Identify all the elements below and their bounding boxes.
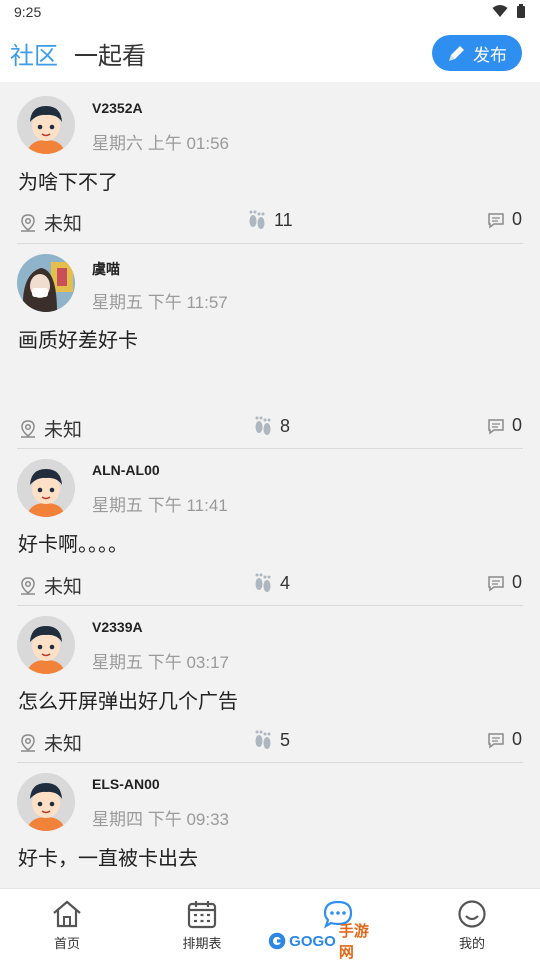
- footprint-count: 5: [252, 729, 290, 751]
- avatar[interactable]: [17, 459, 75, 517]
- battery-icon: [517, 4, 525, 18]
- post-item[interactable]: V2352A 星期六 上午 01:56 为啥下不了 未知 11 0: [0, 82, 540, 244]
- comment-icon: [488, 732, 504, 748]
- comment-value: 0: [511, 572, 522, 592]
- location-text: 未知: [44, 577, 83, 598]
- post-text[interactable]: 好卡啊。。。。: [18, 528, 128, 557]
- watermark-brand: GOGO: [289, 932, 336, 950]
- footprint-count: 11: [246, 209, 293, 231]
- user-name[interactable]: V2352A: [92, 100, 143, 116]
- footprint-value: 11: [274, 209, 293, 230]
- footprint-count: 4: [252, 572, 290, 594]
- footprint-icon: [249, 210, 265, 229]
- post-text[interactable]: 画质好差好卡: [18, 324, 138, 353]
- cartoon-boy-avatar-icon: [17, 773, 75, 831]
- tab-together[interactable]: 一起看: [74, 36, 146, 71]
- post-item[interactable]: 虞喵 星期五 下午 11:57 画质好差好卡 未知 8 0: [0, 244, 540, 449]
- footprint-icon: [255, 416, 271, 435]
- pencil-icon: [449, 46, 464, 61]
- footprint-value: 4: [280, 572, 291, 593]
- comment-value: 0: [511, 415, 522, 435]
- comment-value: 0: [511, 729, 522, 749]
- post-time: 星期五 下午 03:17: [92, 653, 229, 672]
- user-name[interactable]: V2339A: [92, 619, 143, 635]
- avatar[interactable]: [17, 616, 75, 674]
- location-text: 未知: [44, 734, 83, 755]
- location: 未知: [18, 209, 82, 236]
- post-text[interactable]: 为啥下不了: [18, 166, 118, 195]
- comment-count[interactable]: 0: [486, 572, 522, 593]
- publish-label: 发布: [473, 45, 507, 65]
- cartoon-boy-avatar-icon: [17, 616, 75, 674]
- post-time: 星期五 下午 11:57: [92, 293, 228, 312]
- comment-icon: [488, 418, 504, 434]
- location-pin-icon: [21, 733, 35, 752]
- status-bar: 9:25: [0, 0, 540, 24]
- tab-community[interactable]: 社区: [10, 36, 58, 71]
- post-time: 星期五 下午 11:41: [92, 496, 228, 515]
- comment-count[interactable]: 0: [486, 209, 522, 230]
- user-name[interactable]: ELS-AN00: [92, 776, 160, 792]
- gogo-logo-icon: [268, 932, 286, 950]
- location-pin-icon: [21, 419, 35, 438]
- location: 未知: [18, 729, 82, 756]
- status-icons: [492, 4, 526, 18]
- comment-icon: [488, 212, 504, 228]
- publish-button[interactable]: 发布: [432, 35, 522, 71]
- comment-count[interactable]: 0: [486, 415, 522, 436]
- location-pin-icon: [21, 576, 35, 595]
- post-feed[interactable]: V2352A 星期六 上午 01:56 为啥下不了 未知 11 0 虞喵 星期五…: [0, 82, 540, 888]
- comment-value: 0: [511, 209, 522, 229]
- footprint-count: 8: [252, 415, 290, 437]
- post-item[interactable]: ELS-AN00 星期四 下午 09:33 好卡，一直被卡出去: [0, 763, 540, 888]
- user-name[interactable]: 虞喵: [92, 259, 120, 279]
- calendar-icon: [187, 901, 217, 929]
- user-name[interactable]: ALN-AL00: [92, 462, 160, 478]
- top-bar: 社区 一起看 发布: [0, 24, 540, 82]
- smile-icon: [458, 900, 486, 928]
- wifi-icon: [492, 5, 508, 17]
- comment-count[interactable]: 0: [486, 729, 522, 750]
- avatar[interactable]: [17, 254, 75, 312]
- location: 未知: [18, 572, 82, 599]
- location-text: 未知: [44, 420, 83, 441]
- photo-avatar-icon: [17, 254, 75, 312]
- watermark: GOGO 手游网: [268, 923, 376, 960]
- watermark-suffix: 手游网: [338, 923, 369, 960]
- comment-icon: [488, 575, 504, 591]
- location: 未知: [18, 415, 82, 442]
- status-time: 9:25: [14, 4, 42, 20]
- nav-home[interactable]: 首页: [22, 899, 112, 952]
- cartoon-boy-avatar-icon: [17, 96, 75, 154]
- footprint-icon: [255, 573, 271, 592]
- footprint-value: 5: [280, 729, 291, 750]
- post-time: 星期四 下午 09:33: [92, 810, 229, 829]
- post-item[interactable]: V2339A 星期五 下午 03:17 怎么开屏弹出好几个广告 未知 5 0: [0, 606, 540, 763]
- post-time: 星期六 上午 01:56: [92, 134, 229, 153]
- footprint-value: 8: [280, 415, 291, 436]
- avatar[interactable]: [17, 773, 75, 831]
- avatar[interactable]: [17, 96, 75, 154]
- nav-mine[interactable]: 我的: [427, 899, 517, 952]
- post-text[interactable]: 怎么开屏弹出好几个广告: [18, 685, 238, 714]
- footprint-icon: [255, 730, 271, 749]
- cartoon-boy-avatar-icon: [17, 459, 75, 517]
- location-text: 未知: [44, 214, 83, 235]
- home-icon: [53, 900, 81, 928]
- location-pin-icon: [21, 213, 35, 232]
- nav-schedule[interactable]: 排期表: [157, 899, 247, 952]
- nav-home-label: 首页: [53, 936, 80, 951]
- post-text[interactable]: 好卡，一直被卡出去: [18, 842, 198, 871]
- post-item[interactable]: ALN-AL00 星期五 下午 11:41 好卡啊。。。。 未知 4 0: [0, 449, 540, 606]
- nav-schedule-label: 排期表: [182, 936, 222, 951]
- nav-mine-label: 我的: [458, 936, 485, 951]
